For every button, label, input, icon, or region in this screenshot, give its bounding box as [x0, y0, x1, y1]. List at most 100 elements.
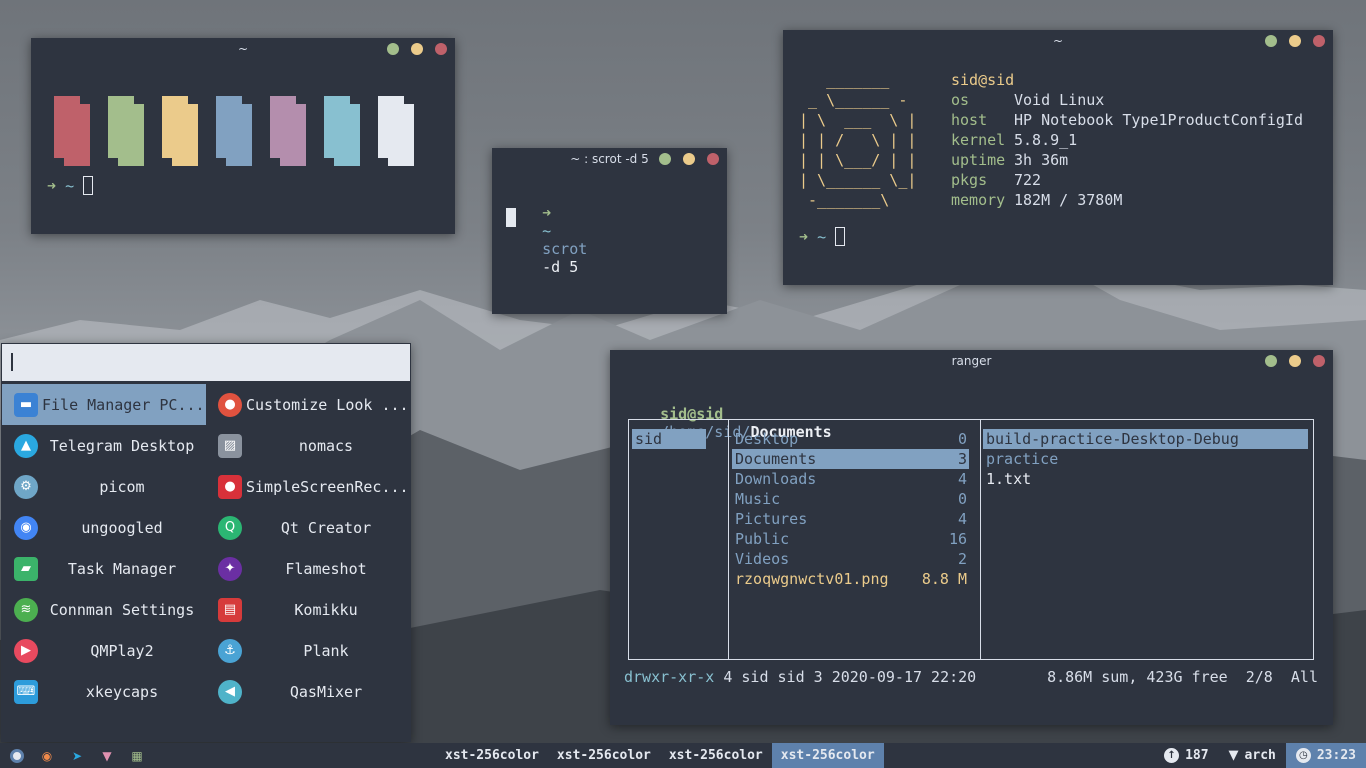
app-label: QMPlay2 — [90, 641, 154, 660]
prompt-line[interactable]: ➜ ~ scrot -d 5 — [506, 186, 587, 294]
app-entry[interactable]: ✦ Flameshot — [206, 548, 410, 589]
list-item[interactable]: 1.txt — [983, 469, 1308, 489]
close-button[interactable] — [707, 153, 719, 165]
app-entry[interactable]: ● Customize Look ... — [206, 384, 410, 425]
gear-icon: ⚙ — [14, 474, 38, 499]
taskbar-task[interactable]: xst-256color — [548, 743, 660, 768]
list-item[interactable]: Downloads 4 — [732, 469, 969, 489]
item-name: rzoqwgnwctv01.png — [735, 570, 889, 588]
list-item[interactable]: Pictures 4 — [732, 509, 969, 529]
list-item[interactable]: practice — [983, 449, 1308, 469]
info-value: 182M / 3780M — [1014, 191, 1123, 209]
apps-grid-icon[interactable]: ▦ — [128, 747, 146, 765]
app-entry[interactable]: ▶ QMPlay2 — [2, 630, 206, 671]
clock[interactable]: ◷ 23:23 — [1285, 743, 1366, 768]
column-divider — [728, 420, 729, 659]
app-entry[interactable]: ● SimpleScreenRec... — [206, 466, 410, 507]
list-item[interactable]: sid — [632, 429, 706, 449]
app-label: Telegram Desktop — [49, 436, 195, 455]
taskbar-task[interactable]: xst-256color — [436, 743, 548, 768]
titlebar[interactable]: ranger — [610, 350, 1333, 372]
maximize-button[interactable] — [1265, 35, 1277, 47]
color-swatch — [108, 96, 144, 166]
item-name: Desktop — [735, 430, 799, 448]
minimize-button[interactable] — [683, 153, 695, 165]
terminal-window-fetch[interactable]: ~ _______ _ \______ - | \ ___ \ | | | / … — [783, 30, 1333, 285]
arrow-up-icon: ↑ — [1164, 748, 1180, 763]
search-input[interactable] — [2, 344, 410, 381]
item-count: 0 — [957, 430, 967, 448]
info-value: Void Linux — [1014, 91, 1105, 109]
maximize-button[interactable] — [1265, 355, 1277, 367]
app-entry[interactable]: ▲ Telegram Desktop — [2, 425, 206, 466]
palette-icon: ● — [218, 392, 242, 417]
app-label: Connman Settings — [49, 600, 195, 619]
network-icon: ≋ — [14, 597, 38, 622]
command: scrot — [542, 240, 588, 258]
app-entry[interactable]: ▤ Komikku — [206, 589, 410, 630]
app-entry[interactable]: ▰ Task Manager — [2, 548, 206, 589]
info-key: kernel — [951, 131, 1006, 149]
app-label: SimpleScreenRec... — [246, 477, 409, 496]
list-item[interactable]: Desktop 0 — [732, 429, 969, 449]
app-label: picom — [99, 477, 145, 496]
color-swatch — [378, 96, 414, 166]
app-entry[interactable]: ◀ QasMixer — [206, 671, 410, 712]
item-name: build-practice-Desktop-Debug — [986, 430, 1239, 448]
app-label: Plank — [303, 641, 349, 660]
list-item[interactable]: Documents 3 — [732, 449, 969, 469]
maximize-button[interactable] — [387, 43, 399, 55]
minimize-button[interactable] — [411, 43, 423, 55]
titlebar[interactable]: ~ : scrot -d 5 — [492, 148, 727, 170]
close-button[interactable] — [435, 43, 447, 55]
network-indicator[interactable]: ▼ arch — [1219, 748, 1286, 763]
app-entry[interactable]: ≋ Connman Settings — [2, 589, 206, 630]
close-button[interactable] — [1313, 35, 1325, 47]
item-name: Documents — [735, 450, 817, 468]
app-entry[interactable]: ◉ ungoogled — [2, 507, 206, 548]
app-label: Flameshot — [285, 559, 367, 578]
maximize-button[interactable] — [659, 153, 671, 165]
list-item[interactable]: Public 16 — [732, 529, 969, 549]
firefox-icon[interactable]: ◉ — [38, 747, 56, 765]
downloads-folder-icon[interactable]: ▼ — [98, 747, 116, 765]
prompt-line[interactable]: ➜ ~ — [47, 176, 94, 195]
list-item[interactable]: build-practice-Desktop-Debug — [983, 429, 1308, 449]
color-swatch — [54, 96, 90, 166]
keyboard-icon: ⌨ — [14, 679, 38, 704]
prompt-arrow: ➜ — [799, 228, 809, 246]
titlebar[interactable]: ~ — [783, 30, 1333, 52]
minimize-button[interactable] — [1289, 355, 1301, 367]
prompt-line[interactable]: ➜ ~ — [799, 227, 846, 246]
list-item[interactable]: Music 0 — [732, 489, 969, 509]
current-column: Desktop 0 Documents 3 Downloads 4 Music 0 Pictur… — [732, 429, 969, 589]
app-entry[interactable]: ⚓ Plank — [206, 630, 410, 671]
taskbar-task[interactable]: xst-256color — [771, 743, 884, 768]
play-icon: ▶ — [14, 638, 38, 663]
titlebar[interactable]: ~ — [31, 38, 455, 60]
minimize-button[interactable] — [1289, 35, 1301, 47]
terminal-window-ranger[interactable]: ranger sid@sid /home/sid/Documents sid D… — [610, 350, 1333, 725]
taskbar-task[interactable]: xst-256color — [660, 743, 772, 768]
list-item[interactable]: Videos 2 — [732, 549, 969, 569]
close-button[interactable] — [1313, 355, 1325, 367]
color-swatch — [270, 96, 306, 166]
info-value: HP Notebook Type1ProductConfigId — [1014, 111, 1303, 129]
app-entry[interactable]: ▨ nomacs — [206, 425, 410, 466]
list-item[interactable]: rzoqwgnwctv01.png 8.8 M — [732, 569, 969, 589]
parent-column: sid — [632, 429, 706, 449]
void-logo-icon[interactable] — [8, 747, 26, 765]
app-entry[interactable]: Q Qt Creator — [206, 507, 410, 548]
telegram-icon[interactable]: ➤ — [68, 747, 86, 765]
app-entry[interactable]: ⚙ picom — [2, 466, 206, 507]
chromium-icon: ◉ — [14, 515, 38, 540]
item-name: Downloads — [735, 470, 817, 488]
app-entry[interactable]: ▬ File Manager PC... — [2, 384, 206, 425]
speaker-icon: ◀ — [218, 679, 242, 704]
terminal-window-colors[interactable]: ~ ➜ ~ — [31, 38, 455, 234]
app-entry[interactable]: ⌨ xkeycaps — [2, 671, 206, 712]
item-count: 4 — [957, 510, 967, 528]
taskbar: ◉ ➤ ▼ ▦ xst-256color xst-256color xst-256c… — [0, 743, 1366, 768]
updates-indicator[interactable]: ↑ 187 — [1154, 748, 1218, 763]
terminal-window-scrot[interactable]: ~ : scrot -d 5 ➜ ~ scrot -d 5 — [492, 148, 727, 314]
